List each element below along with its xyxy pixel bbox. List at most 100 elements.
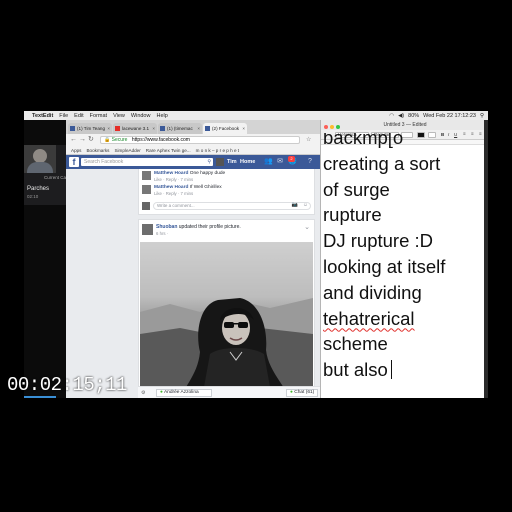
gear-icon[interactable]: ⚙ [141, 390, 145, 396]
browser-tab-4-active[interactable]: (2) Facebook × [203, 123, 247, 134]
news-feed: Matthew Hoard One happy dude Like · Repl… [138, 169, 315, 398]
post-author[interactable]: Shuoban [156, 224, 177, 230]
menu-file[interactable]: File [59, 113, 68, 119]
minimize-window-icon[interactable] [330, 125, 334, 129]
portrait-photo-drawing [140, 298, 313, 398]
document-text-area[interactable]: backmp[o creating a sort of surge ruptur… [323, 133, 483, 397]
volume-icon[interactable]: ◀) [398, 113, 404, 119]
text-line: looking at itself [323, 255, 446, 277]
omnibox-bar: ← → ↻ 🔒 Secure https://www.facebook.com … [66, 134, 320, 146]
menu-extras: ◠ ◀) 80% Wed Feb 22 17:12:23 ⚲ [385, 111, 484, 120]
facebook-logo[interactable]: f [69, 157, 79, 167]
comment-body: One happy dude [189, 171, 226, 176]
bookmark-apps[interactable]: Apps [71, 148, 81, 153]
caller-head [33, 149, 47, 163]
bookmarks-bar: Apps Bookmarks SimpleAdder Rare Aphex Tw… [66, 146, 320, 155]
help-icon[interactable]: ? [306, 158, 314, 166]
search-icon[interactable]: ⚲ [480, 113, 484, 119]
misspelled-word[interactable]: tehatrerical [323, 308, 415, 329]
chat-bar: ⚙ ● Andrée Azzolina ● Chat (61) [138, 386, 320, 398]
facebook-favicon-icon [205, 126, 210, 131]
browser-tab-1[interactable]: (1) Tim Teang × [68, 123, 112, 134]
close-window-icon[interactable] [324, 125, 328, 129]
secure-label: Secure [111, 137, 128, 143]
comment-author[interactable]: Matthew Hoard [154, 185, 188, 190]
commenter-avatar[interactable] [142, 185, 151, 194]
close-icon[interactable]: × [107, 126, 110, 131]
comment-body: If Well Ghirillex [189, 185, 222, 190]
menu-edit[interactable]: Edit [74, 113, 83, 119]
close-icon[interactable]: × [197, 126, 200, 131]
text-line: backmp[o [323, 133, 404, 148]
close-icon[interactable]: × [242, 126, 245, 131]
battery-percent[interactable]: 80% [408, 113, 419, 119]
post-header-text: Shuoban updated their profile picture. [156, 224, 241, 230]
notification-badge: 2 [288, 156, 295, 162]
comment-text: Matthew Hoard One happy dude [154, 171, 225, 176]
caller-video-thumbnail[interactable] [24, 145, 56, 173]
friend-requests-icon[interactable]: 👥 [264, 158, 273, 166]
facebook-favicon-icon [70, 126, 75, 131]
call-title: Current Call [44, 175, 69, 180]
caller-name: Parches [27, 186, 50, 192]
tab-label: (1) Tim Teang [77, 126, 105, 131]
text-line: of surge [323, 178, 390, 200]
write-comment-input[interactable]: Write a comment... [153, 202, 311, 210]
home-link[interactable]: Home [240, 159, 255, 165]
write-comment-row: Write a comment... 📷 ☺ [142, 201, 312, 211]
chat-button[interactable]: ● Chat (61) [286, 389, 318, 397]
bookmark-simpleadder[interactable]: SimpleAdder [114, 148, 140, 153]
comment-item: Matthew Hoard One happy dude Like · Repl… [142, 171, 312, 183]
menu-view[interactable]: View [113, 113, 125, 119]
facebook-search-input[interactable]: Search Facebook ⚲ [81, 158, 213, 166]
comment-meta[interactable]: Like · Reply · 7 mins [154, 177, 193, 182]
window-title: Untitled 3 — Edited [383, 122, 427, 128]
zoom-window-icon[interactable] [336, 125, 340, 129]
avatar[interactable] [216, 158, 224, 166]
comment-text: Matthew Hoard If Well Ghirillex [154, 185, 222, 190]
comment-meta[interactable]: Like · Reply · 7 mins [154, 191, 193, 196]
reload-icon[interactable]: ↻ [88, 136, 94, 144]
playhead-indicator [24, 396, 56, 398]
address-bar[interactable]: 🔒 Secure https://www.facebook.com [100, 136, 300, 144]
commenter-avatar[interactable] [142, 171, 151, 180]
close-icon[interactable]: × [152, 126, 155, 131]
emoji-icon[interactable]: ☺ [303, 202, 308, 208]
bookmark-monk-prephet[interactable]: m o n k – p r e p h e t [196, 148, 239, 153]
bookmark-aphex-twin[interactable]: Rare Aphex Twin ge... [146, 148, 191, 153]
menu-app-textedit[interactable]: TextEdit [32, 113, 53, 119]
post-timestamp[interactable]: 6 hrs · [156, 231, 168, 236]
comment-author[interactable]: Matthew Hoard [154, 171, 188, 176]
camera-icon[interactable]: 📷 [292, 202, 298, 208]
forward-arrow-icon[interactable]: → [79, 136, 86, 144]
lock-icon: 🔒 [104, 137, 111, 143]
profile-link[interactable]: Tim [227, 159, 237, 165]
search-icon[interactable]: ⚲ [207, 158, 211, 166]
messages-icon[interactable]: ✉ [276, 158, 284, 166]
menu-help[interactable]: Help [156, 113, 167, 119]
star-icon[interactable]: ☆ [306, 136, 311, 144]
chat-label: Chat (61) [294, 390, 315, 395]
back-arrow-icon[interactable]: ← [70, 136, 77, 144]
profile-photo[interactable] [140, 242, 313, 398]
youtube-favicon-icon [115, 126, 120, 131]
avatar [142, 202, 150, 210]
wifi-icon[interactable]: ◠ [389, 113, 394, 119]
textedit-titlebar[interactable]: Untitled 3 — Edited [321, 120, 488, 130]
tab-label: (1) (timemac [167, 126, 193, 131]
chat-tab-friend[interactable]: ● Andrée Azzolina [156, 389, 212, 397]
menu-window[interactable]: Window [131, 113, 151, 119]
browser-tab-2[interactable]: lacewane 3.1 × [113, 123, 157, 134]
video-timecode: 00:02:15;11 [7, 374, 127, 396]
menu-format[interactable]: Format [90, 113, 107, 119]
comment-item: Matthew Hoard If Well Ghirillex Like · R… [142, 185, 312, 197]
facebook-favicon-icon [160, 126, 165, 131]
bookmark-bookmarks[interactable]: Bookmarks [86, 148, 109, 153]
browser-tab-3[interactable]: (1) (timemac × [158, 123, 202, 134]
menu-clock[interactable]: Wed Feb 22 17:12:23 [423, 113, 476, 119]
text-line: rupture [323, 204, 382, 226]
more-options-icon[interactable]: ⌄ [304, 223, 310, 231]
chat-friend-name: Andrée Azzolina [163, 390, 199, 395]
text-line: creating a sort [323, 152, 441, 174]
poster-avatar[interactable] [142, 224, 153, 235]
